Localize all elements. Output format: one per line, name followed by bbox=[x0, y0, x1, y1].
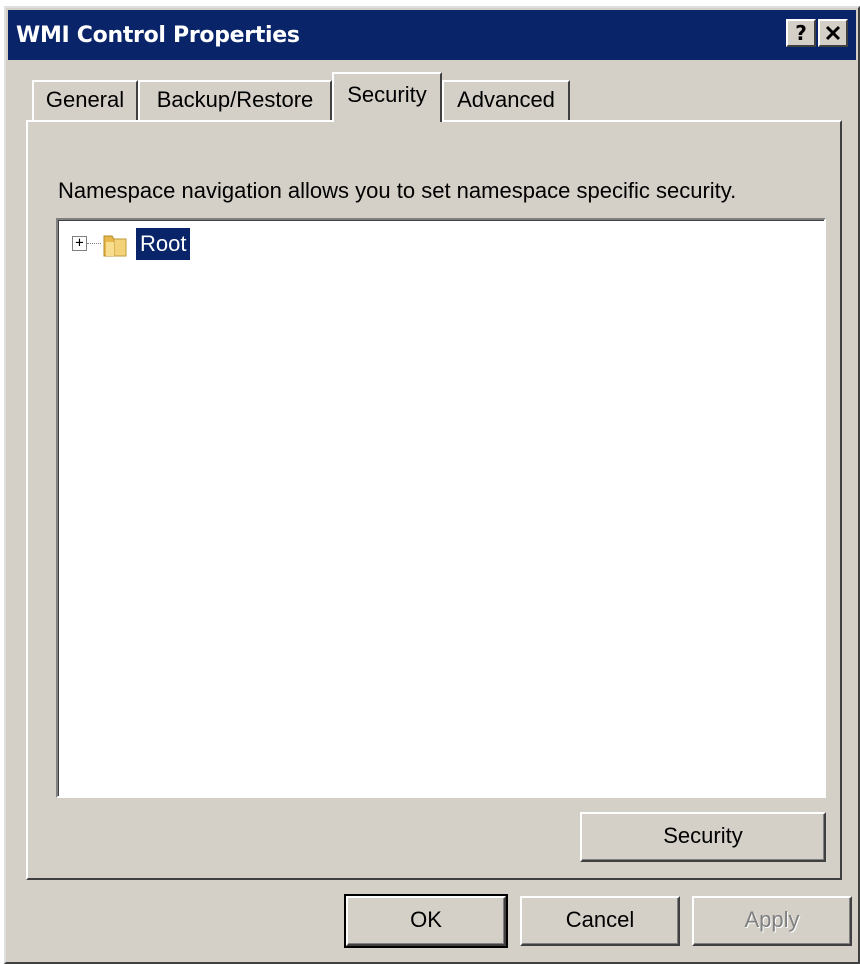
help-button[interactable]: ? bbox=[786, 19, 816, 47]
tab-advanced[interactable]: Advanced bbox=[442, 80, 570, 120]
tree-connector bbox=[87, 243, 101, 244]
tab-security-label: Security bbox=[347, 82, 427, 107]
tab-backup-restore[interactable]: Backup/Restore bbox=[138, 80, 332, 120]
cancel-button[interactable]: Cancel bbox=[520, 896, 680, 946]
tab-general[interactable]: General bbox=[32, 80, 138, 120]
close-icon bbox=[825, 25, 841, 41]
apply-button[interactable]: Apply bbox=[692, 896, 852, 946]
tree-item-root-label: Root bbox=[136, 228, 191, 260]
namespace-tree[interactable]: + Root bbox=[56, 218, 826, 798]
properties-dialog: WMI Control Properties ? General Backup/… bbox=[4, 6, 860, 964]
security-button[interactable]: Security bbox=[580, 812, 826, 862]
window-title: WMI Control Properties bbox=[16, 23, 300, 48]
tab-security[interactable]: Security bbox=[332, 72, 442, 122]
close-button[interactable] bbox=[818, 19, 848, 47]
expand-plus-icon[interactable]: + bbox=[72, 236, 87, 251]
folder-icon bbox=[103, 235, 127, 257]
namespace-description: Namespace navigation allows you to set n… bbox=[58, 178, 737, 203]
ok-button[interactable]: OK bbox=[344, 894, 508, 948]
tab-backup-restore-label: Backup/Restore bbox=[156, 87, 314, 112]
tree-item-root[interactable]: + Root bbox=[72, 228, 272, 260]
tab-advanced-label: Advanced bbox=[457, 87, 555, 112]
title-bar[interactable]: WMI Control Properties ? bbox=[8, 10, 856, 60]
security-tab-panel: Namespace navigation allows you to set n… bbox=[26, 120, 842, 880]
tab-general-label: General bbox=[45, 87, 125, 112]
